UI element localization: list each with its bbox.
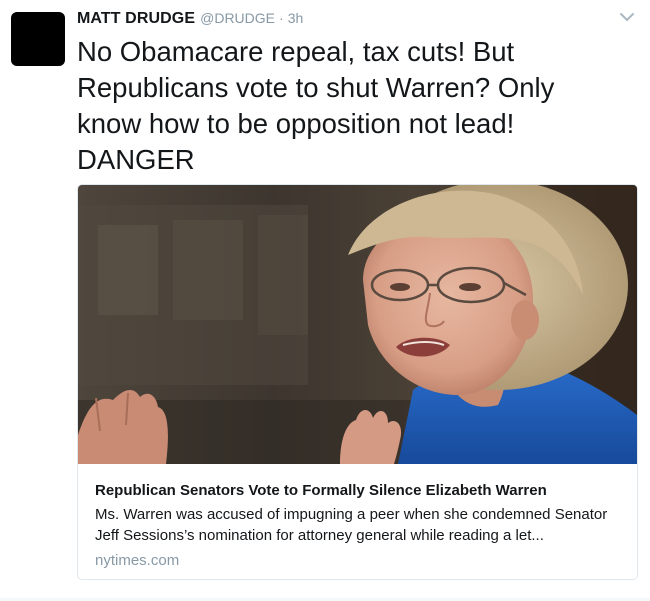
- card-domain[interactable]: nytimes.com: [95, 551, 625, 571]
- card-body: Republican Senators Vote to Formally Sil…: [95, 481, 625, 571]
- tweet-text: No Obamacare repeal, tax cuts! But Repub…: [77, 36, 555, 175]
- card-description: Ms. Warren was accused of impugning a pe…: [95, 506, 608, 544]
- link-card[interactable]: Republican Senators Vote to Formally Sil…: [77, 184, 638, 580]
- tweet-timestamp[interactable]: 3h: [288, 10, 304, 26]
- article-photo: [78, 185, 637, 464]
- header-separator: ·: [279, 10, 284, 26]
- author-name[interactable]: MATT DRUDGE: [77, 10, 195, 28]
- avatar[interactable]: [11, 12, 65, 66]
- author-handle[interactable]: @DRUDGE: [200, 10, 275, 26]
- tweet-header: MATT DRUDGE @DRUDGE · 3h: [77, 10, 303, 30]
- tweet: MATT DRUDGE @DRUDGE · 3h No Obamacare re…: [0, 0, 650, 601]
- chevron-down-icon[interactable]: [618, 10, 636, 24]
- card-title[interactable]: Republican Senators Vote to Formally Sil…: [95, 481, 625, 501]
